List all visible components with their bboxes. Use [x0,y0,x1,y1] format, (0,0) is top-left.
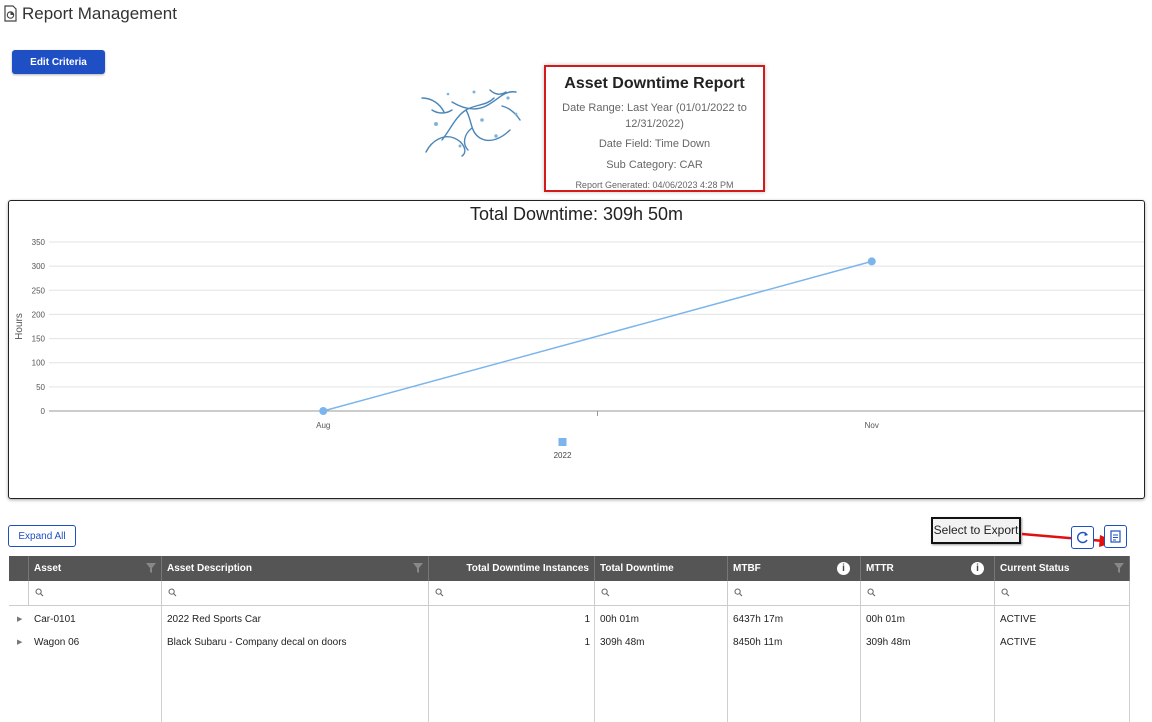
info-icon[interactable]: i [971,562,984,575]
search-icon [1001,588,1010,597]
column-header-label: MTTR [866,563,894,574]
table-cell: 8450h 11m [733,637,783,648]
row-expand-toggle[interactable]: ▶ [17,638,22,646]
legend-label: 2022 [554,451,572,460]
table-cell: 00h 01m [600,614,639,625]
y-tick-label: 150 [32,335,46,344]
row-expand-toggle[interactable]: ▶ [17,615,22,623]
page-title: Report Management [22,4,177,23]
y-tick-label: 0 [41,407,46,416]
column-header[interactable]: Asset Description [162,556,429,581]
expand-all-button[interactable]: Expand All [8,525,76,547]
column-header[interactable]: MTTR i [861,556,995,581]
downtime-chart: Total Downtime: 309h 50m 0 50 100 150 200 250… [8,200,1145,499]
report-date-field: Date Field: Time Down [598,138,711,150]
data-point [867,257,876,266]
expander-header [9,556,29,581]
search-icon [734,588,743,597]
y-tick-label: 50 [36,383,45,392]
report-sub-category: Sub Category: CAR [606,159,703,171]
legend-marker [558,438,567,446]
x-tick-label: Nov [865,421,879,430]
column-filter[interactable] [429,581,595,606]
y-tick-label: 300 [32,262,46,271]
column-header-label: Asset Description [167,563,253,574]
data-point [319,407,328,415]
table-cell: ACTIVE [1000,637,1037,648]
column-filter[interactable] [29,581,162,606]
y-tick-label: 350 [32,238,46,247]
column-header-label: Total Downtime Instances [466,563,589,574]
table-cell: Black Subaru - Company decal on doors [167,637,347,648]
refresh-button[interactable] [1071,526,1094,549]
column-header-label: Total Downtime [600,563,674,574]
column-divider [994,606,995,722]
search-icon [867,588,876,597]
x-tick-label: Aug [316,421,330,430]
info-icon[interactable]: i [837,562,850,575]
export-button[interactable] [1104,525,1127,548]
column-divider [1129,606,1130,722]
report-generated: Report Generated: 04/06/2023 4:28 PM [575,180,734,190]
report-date-range: Date Range: Last Year (01/01/2022 to 12/… [562,102,747,130]
expander-filter [9,581,29,606]
column-header[interactable]: Total Downtime [595,556,728,581]
column-header[interactable]: Current Status [995,556,1130,581]
search-icon [435,588,444,597]
column-filter[interactable] [162,581,429,606]
export-callout: Select to Export [931,517,1021,544]
table-cell: 1 [584,637,590,648]
column-header-label: Asset [34,563,62,574]
search-icon [168,588,177,597]
y-axis-label: Hours [14,313,25,340]
y-tick-label: 100 [32,359,46,368]
search-icon [35,588,44,597]
y-tick-label: 200 [32,310,46,319]
column-header[interactable]: MTBF i [728,556,861,581]
column-header-label: Current Status [1000,563,1070,574]
column-header-label: MTBF [733,563,761,574]
column-divider [428,606,429,722]
edit-criteria-button[interactable]: Edit Criteria [12,50,105,74]
chart-plot: 0 50 100 150 200 250 300 350 Hours Aug Nov 2022 [14,238,1144,460]
column-filter[interactable] [728,581,861,606]
report-title: Asset Downtime Report [564,75,745,92]
dragon-logo [421,89,521,157]
table-cell: 00h 01m [866,614,905,625]
column-filter[interactable] [595,581,728,606]
column-divider [860,606,861,722]
table-cell: 1 [584,614,590,625]
report-info-box: Asset Downtime Report Date Range: Last Y… [544,65,765,192]
column-header[interactable]: Asset [29,556,162,581]
column-filter[interactable] [995,581,1130,606]
export-icon [1110,530,1121,543]
column-filter[interactable] [861,581,995,606]
table-cell: 309h 48m [600,637,645,648]
search-icon [601,588,610,597]
table-cell: 309h 48m [866,637,911,648]
refresh-icon [1077,531,1088,544]
series-line [323,260,872,412]
column-divider [727,606,728,722]
table-cell: Car-0101 [34,614,76,625]
column-divider [594,606,595,722]
y-tick-label: 250 [32,286,46,295]
column-header[interactable]: Total Downtime Instances [429,556,595,581]
table-cell: 6437h 17m [733,614,784,625]
table-cell: 2022 Red Sports Car [167,614,261,625]
report-icon [4,5,17,22]
filter-icon[interactable] [413,563,423,573]
filter-icon[interactable] [1114,563,1124,573]
report-table: Asset Asset Description Total Downtime Ins… [9,556,1130,722]
table-cell: Wagon 06 [34,637,80,648]
filter-icon[interactable] [146,563,156,573]
column-divider [161,606,162,722]
table-cell: ACTIVE [1000,614,1037,625]
